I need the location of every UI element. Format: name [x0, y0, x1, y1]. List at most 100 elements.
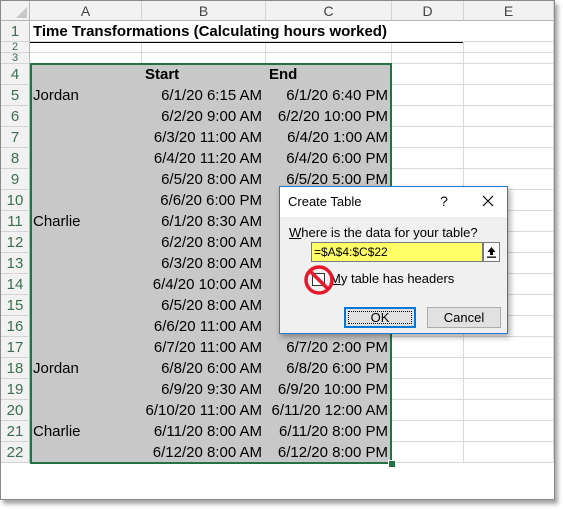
cell-b[interactable]: 6/8/20 6:00 AM	[142, 358, 266, 379]
cell-b[interactable]: 6/7/20 11:00 AM	[142, 337, 266, 358]
cell-a[interactable]	[30, 64, 142, 85]
fill-handle[interactable]	[388, 460, 396, 468]
row-header[interactable]: 5	[1, 85, 30, 106]
cell-empty[interactable]	[142, 53, 266, 64]
cell-empty[interactable]	[266, 42, 392, 53]
help-button[interactable]: ?	[436, 193, 452, 209]
cell-empty[interactable]	[464, 127, 554, 148]
cell-empty[interactable]	[464, 421, 554, 442]
range-input[interactable]: =$A$4:$C$22	[311, 242, 483, 262]
row-header[interactable]: 17	[1, 337, 30, 358]
row-header[interactable]: 7	[1, 127, 30, 148]
cell-empty[interactable]	[464, 53, 554, 64]
cell-empty[interactable]	[464, 400, 554, 421]
row-header[interactable]: 1	[1, 21, 30, 42]
cell-b[interactable]: 6/4/20 11:20 AM	[142, 148, 266, 169]
cell-c[interactable]: 6/12/20 8:00 PM	[266, 442, 392, 463]
row-header[interactable]: 13	[1, 253, 30, 274]
cancel-button[interactable]: Cancel	[427, 307, 501, 328]
row-header[interactable]: 15	[1, 295, 30, 316]
cell-a[interactable]	[30, 190, 142, 211]
cell-c[interactable]: 6/2/20 10:00 PM	[266, 106, 392, 127]
cell-a[interactable]: Charlie	[30, 421, 142, 442]
cell-empty[interactable]	[142, 42, 266, 53]
cell-empty[interactable]	[392, 85, 464, 106]
column-header-c[interactable]: C	[266, 1, 392, 21]
cell-a[interactable]: Charlie	[30, 211, 142, 232]
cell-a[interactable]	[30, 316, 142, 337]
cell-a[interactable]	[30, 295, 142, 316]
cell-empty[interactable]	[464, 148, 554, 169]
row-header[interactable]: 11	[1, 211, 30, 232]
cell-a[interactable]: Jordan	[30, 85, 142, 106]
cell-empty[interactable]	[464, 358, 554, 379]
row-header[interactable]: 6	[1, 106, 30, 127]
cell-c[interactable]: 6/8/20 6:00 PM	[266, 358, 392, 379]
cell-empty[interactable]	[392, 106, 464, 127]
cell-empty[interactable]	[392, 42, 464, 53]
row-header[interactable]: 4	[1, 64, 30, 85]
column-header-a[interactable]: A	[30, 1, 142, 21]
cell-a[interactable]	[30, 442, 142, 463]
cell-a[interactable]	[30, 106, 142, 127]
close-icon[interactable]	[479, 192, 497, 210]
cell-a[interactable]	[30, 169, 142, 190]
row-header[interactable]: 8	[1, 148, 30, 169]
cell-c[interactable]: 6/7/20 2:00 PM	[266, 337, 392, 358]
row-header[interactable]: 12	[1, 232, 30, 253]
cell-b[interactable]: 6/2/20 9:00 AM	[142, 106, 266, 127]
collapse-dialog-button[interactable]	[483, 242, 500, 262]
cell-b[interactable]: 6/5/20 8:00 AM	[142, 295, 266, 316]
cell-empty[interactable]	[392, 337, 464, 358]
headers-checkbox[interactable]	[312, 273, 325, 286]
cell-b[interactable]: 6/1/20 6:15 AM	[142, 85, 266, 106]
cell-empty[interactable]	[464, 106, 554, 127]
column-header-d[interactable]: D	[392, 1, 464, 21]
cell-b[interactable]: 6/11/20 8:00 AM	[142, 421, 266, 442]
column-header-b[interactable]: B	[142, 1, 266, 21]
cell-empty[interactable]	[464, 379, 554, 400]
cell-a[interactable]	[30, 253, 142, 274]
cell-a[interactable]	[30, 127, 142, 148]
cell-empty[interactable]	[464, 64, 554, 85]
cell-empty[interactable]	[266, 53, 392, 64]
cell-b[interactable]: 6/12/20 8:00 AM	[142, 442, 266, 463]
cell-b[interactable]: Start	[142, 64, 266, 85]
cell-a[interactable]	[30, 274, 142, 295]
cell-empty[interactable]	[464, 42, 554, 53]
cell-empty[interactable]	[392, 400, 464, 421]
cell-a[interactable]	[30, 148, 142, 169]
cell-b[interactable]: 6/10/20 11:00 AM	[142, 400, 266, 421]
row-header[interactable]: 22	[1, 442, 30, 463]
row-header[interactable]: 3	[1, 53, 30, 64]
headers-checkbox-label[interactable]: My table has headers	[330, 271, 454, 286]
cell-b[interactable]: 6/4/20 10:00 AM	[142, 274, 266, 295]
cell-c[interactable]: 6/4/20 1:00 AM	[266, 127, 392, 148]
cell-a[interactable]	[30, 379, 142, 400]
cell-empty[interactable]	[464, 85, 554, 106]
cell-b[interactable]: 6/6/20 6:00 PM	[142, 190, 266, 211]
cell-b[interactable]: 6/3/20 8:00 AM	[142, 253, 266, 274]
cell-empty[interactable]	[392, 64, 464, 85]
cell-empty[interactable]	[464, 337, 554, 358]
select-all-corner[interactable]	[1, 1, 30, 21]
cell-empty[interactable]	[392, 379, 464, 400]
cell-b[interactable]: 6/1/20 8:30 AM	[142, 211, 266, 232]
row-header[interactable]: 18	[1, 358, 30, 379]
cell-b[interactable]: 6/9/20 9:30 AM	[142, 379, 266, 400]
row-header[interactable]: 19	[1, 379, 30, 400]
column-header-e[interactable]: E	[464, 1, 554, 21]
ok-button[interactable]: OK	[344, 307, 416, 328]
cell-empty[interactable]	[392, 421, 464, 442]
cell-empty[interactable]	[392, 442, 464, 463]
cell-empty[interactable]	[30, 42, 142, 53]
cell-c[interactable]: 6/9/20 10:00 PM	[266, 379, 392, 400]
cell-b[interactable]: 6/5/20 8:00 AM	[142, 169, 266, 190]
sheet-title[interactable]: Time Transformations (Calculating hours …	[30, 21, 463, 42]
cell-c[interactable]: End	[266, 64, 392, 85]
row-header[interactable]: 14	[1, 274, 30, 295]
cell-empty[interactable]	[30, 53, 142, 64]
cell-empty[interactable]	[392, 358, 464, 379]
cell-a[interactable]	[30, 400, 142, 421]
cell-b[interactable]: 6/2/20 8:00 AM	[142, 232, 266, 253]
